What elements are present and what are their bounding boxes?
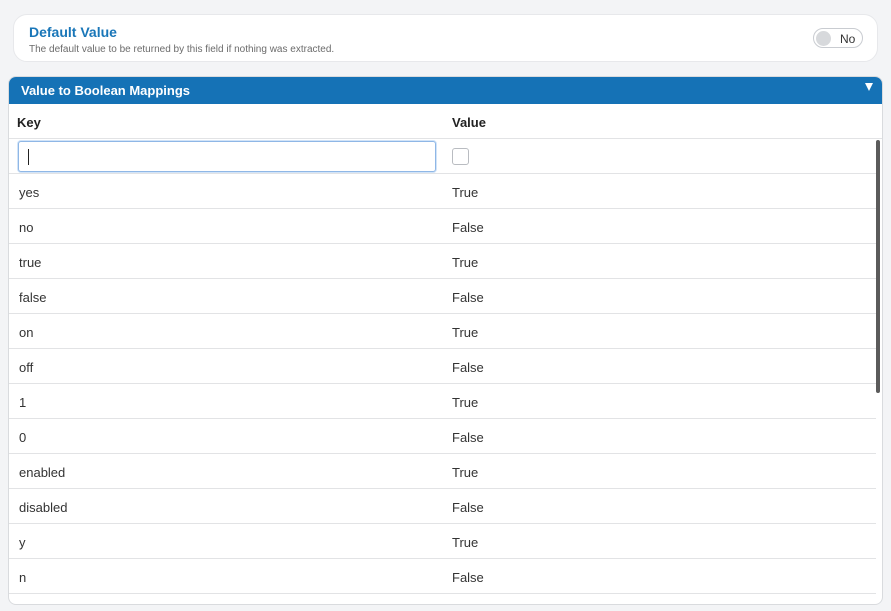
row-key: 0 [19,430,27,445]
row-key: disabled [19,500,68,515]
row-value: False [452,290,484,305]
table-row[interactable]: true True [9,244,876,279]
table-row[interactable]: n False [9,559,876,594]
row-key: on [19,325,34,340]
row-key: false [19,290,47,305]
row-value: True [452,325,479,340]
table-row[interactable]: on True [9,314,876,349]
column-header-value: Value [452,115,486,130]
table-row[interactable]: off False [9,349,876,384]
table-row[interactable]: yes True [9,174,876,209]
row-value: False [452,360,484,375]
row-key: 1 [19,395,27,410]
row-key: enabled [19,465,66,480]
row-key: true [19,255,42,270]
table-scrollbar[interactable] [876,140,880,393]
default-value-card: Default Value The default value to be re… [13,14,878,62]
row-value: True [452,465,479,480]
column-header-key: Key [17,115,41,130]
row-value: False [452,430,484,445]
row-key: no [19,220,34,235]
toggle-label: No [840,32,856,46]
row-value: False [452,500,484,515]
new-mapping-row [9,139,876,174]
row-key: off [19,360,34,375]
row-value: False [452,220,484,235]
toggle-knob [816,31,831,46]
default-value-title: Default Value [29,24,117,40]
row-value: True [452,535,479,550]
row-value: True [452,185,479,200]
boolean-mappings-panel: Value to Boolean Mappings Key Value yes T… [8,76,883,605]
row-key: yes [19,185,40,200]
row-value: True [452,255,479,270]
row-key: y [19,535,26,550]
text-caret [28,149,29,165]
table-header: Key Value [9,104,882,139]
table-row[interactable]: false False [9,279,876,314]
row-key: n [19,570,27,585]
table-row[interactable]: y True [9,524,876,559]
panel-title: Value to Boolean Mappings [21,83,191,98]
default-value-description: The default value to be returned by this… [29,44,335,55]
table-row[interactable]: enabled True [9,454,876,489]
collapse-triangle-icon[interactable] [865,83,873,91]
row-value: False [452,570,484,585]
table-row[interactable]: 0 False [9,419,876,454]
table-row[interactable]: disabled False [9,489,876,524]
table-row[interactable]: 1 True [9,384,876,419]
mappings-table-body: yes True no False true True false False on True of… [9,139,876,604]
new-key-input[interactable] [18,141,436,172]
new-value-checkbox[interactable] [452,148,469,165]
panel-header[interactable]: Value to Boolean Mappings [9,77,882,104]
default-value-toggle[interactable]: No [813,28,863,48]
row-value: True [452,395,479,410]
table-row[interactable]: no False [9,209,876,244]
